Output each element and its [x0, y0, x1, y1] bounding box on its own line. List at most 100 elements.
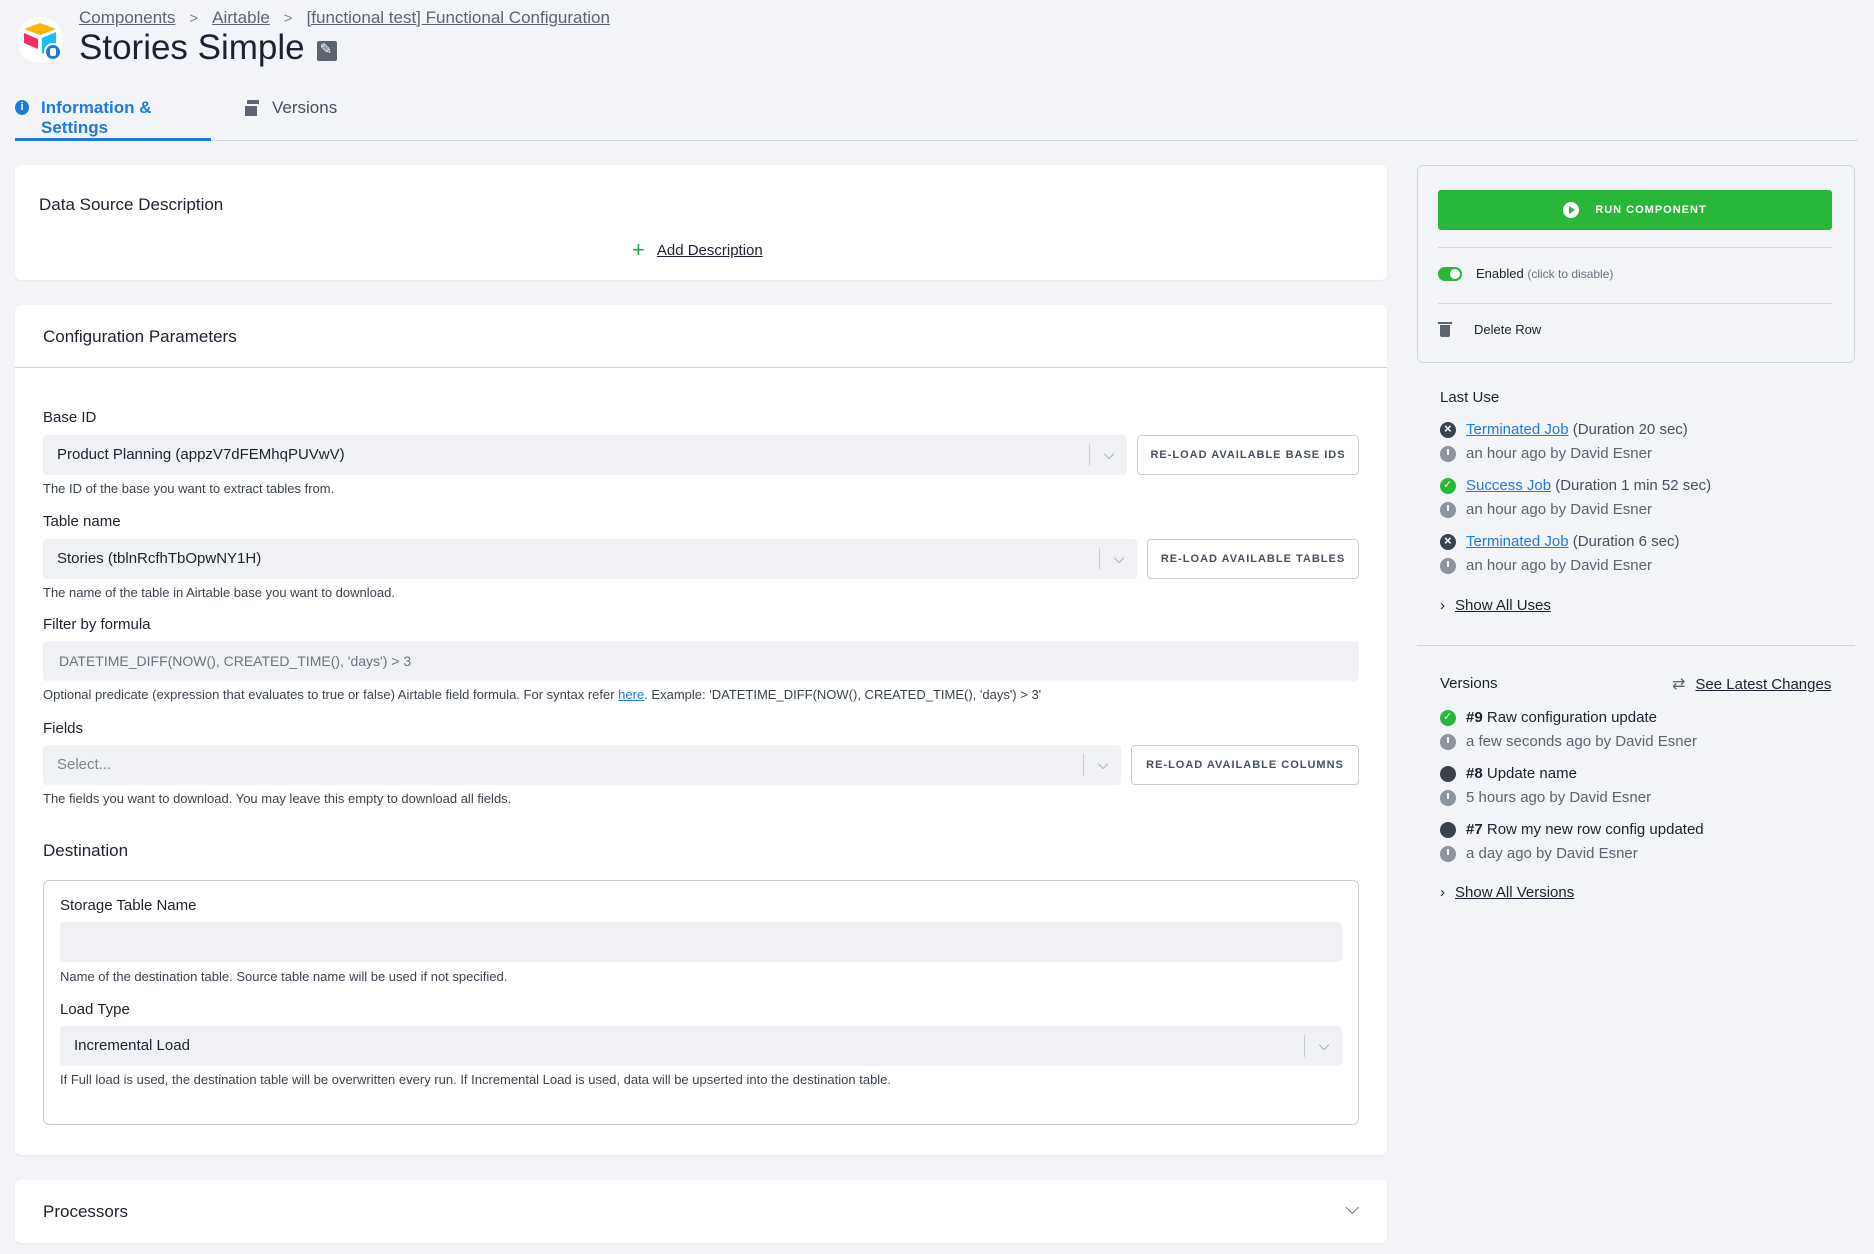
configuration-header: Configuration Parameters	[15, 305, 1387, 368]
version-time: a day ago by David Esner	[1440, 845, 1638, 862]
job-link[interactable]: Success Job	[1466, 477, 1551, 494]
see-latest-changes-link[interactable]: ⇄ See Latest Changes	[1672, 674, 1831, 694]
plus-icon: +	[632, 237, 645, 262]
enabled-label: Enabled	[1476, 266, 1524, 281]
processors-title: Processors	[43, 1202, 129, 1221]
last-use-time: an hour ago by David Esner	[1440, 557, 1652, 574]
reload-base-ids-button[interactable]: RE-LOAD AVAILABLE BASE IDS	[1137, 435, 1359, 475]
clock-icon	[1440, 445, 1456, 462]
airtable-logo-icon	[17, 17, 63, 63]
info-icon: i	[15, 100, 29, 115]
terminated-status-icon	[1440, 533, 1456, 550]
base-id-select[interactable]: Product Planning (appzV7dFEMhqPUVwV) ⌵	[43, 435, 1127, 475]
version-item[interactable]: #9 Raw configuration update	[1440, 709, 1657, 726]
syntax-help-link[interactable]: here	[618, 687, 644, 702]
processors-card[interactable]: Processors ⌵	[15, 1180, 1387, 1243]
clock-icon	[1440, 557, 1456, 574]
version-dot-icon	[1440, 765, 1456, 782]
add-description-label: Add Description	[656, 241, 763, 259]
table-name-value: Stories (tblnRcfhTbOpwNY1H)	[57, 550, 262, 567]
last-use-title: Last Use	[1440, 389, 1500, 406]
filter-label: Filter by formula	[43, 616, 151, 633]
reload-tables-button[interactable]: RE-LOAD AVAILABLE TABLES	[1147, 539, 1359, 579]
chevron-down-icon: ⌵	[1113, 550, 1125, 566]
chevron-right-icon: ›	[1440, 597, 1445, 614]
enabled-hint: (click to disable)	[1527, 267, 1614, 281]
load-type-value: Incremental Load	[74, 1037, 190, 1054]
destination-title: Destination	[43, 841, 129, 860]
chevron-down-icon: ⌵	[1318, 1037, 1330, 1053]
table-name-select[interactable]: Stories (tblnRcfhTbOpwNY1H) ⌵	[43, 539, 1137, 579]
trash-icon	[1438, 321, 1452, 337]
fields-select[interactable]: Select... ⌵	[43, 745, 1121, 785]
reload-columns-button[interactable]: RE-LOAD AVAILABLE COLUMNS	[1131, 745, 1359, 785]
breadcrumb-configuration[interactable]: [functional test] Functional Configurati…	[307, 8, 610, 28]
base-id-value: Product Planning (appzV7dFEMhqPUVwV)	[57, 446, 345, 463]
version-dot-icon	[1440, 821, 1456, 838]
description-title: Data Source Description	[39, 195, 224, 214]
select-divider	[1099, 548, 1100, 570]
chevron-right-icon: ›	[1440, 884, 1445, 901]
version-item[interactable]: #8 Update name	[1440, 765, 1577, 782]
job-link[interactable]: Terminated Job	[1466, 533, 1569, 550]
destination-box: Storage Table Name Name of the destinati…	[43, 880, 1359, 1125]
tab-bar: i Information & Settings Versions	[15, 92, 1858, 141]
clock-icon	[1440, 501, 1456, 518]
tab-information-settings[interactable]: i Information & Settings	[15, 98, 211, 141]
storage-table-label: Storage Table Name	[60, 897, 197, 914]
breadcrumb-components[interactable]: Components	[79, 8, 175, 28]
filter-help: Optional predicate (expression that eval…	[43, 687, 1042, 702]
table-name-help: The name of the table in Airtable base y…	[43, 585, 395, 600]
fields-label: Fields	[43, 720, 84, 737]
job-link[interactable]: Terminated Job	[1466, 421, 1569, 438]
last-use-item: Terminated Job (Duration 20 sec)	[1440, 421, 1688, 438]
storage-table-help: Name of the destination table. Source ta…	[60, 969, 508, 984]
show-all-versions-link[interactable]: › Show All Versions	[1440, 884, 1574, 901]
versions-icon	[243, 100, 260, 118]
add-description-button[interactable]: + Add Description	[632, 237, 763, 263]
load-type-select[interactable]: Incremental Load ⌵	[60, 1026, 1342, 1066]
chevron-right-icon: >	[283, 9, 293, 27]
fields-placeholder: Select...	[57, 756, 112, 773]
version-item[interactable]: #7 Row my new row config updated	[1440, 821, 1704, 838]
chevron-down-icon: ⌵	[1103, 446, 1115, 462]
actions-panel: RUN COMPONENT Enabled (click to disable)…	[1417, 165, 1855, 363]
swap-icon: ⇄	[1672, 676, 1686, 693]
clock-icon	[1440, 733, 1456, 750]
version-time: a few seconds ago by David Esner	[1440, 733, 1697, 750]
delete-row-label: Delete Row	[1474, 321, 1542, 337]
base-id-label: Base ID	[43, 409, 97, 426]
filter-formula-input[interactable]: DATETIME_DIFF(NOW(), CREATED_TIME(), 'da…	[43, 641, 1359, 681]
divider	[1417, 645, 1855, 646]
storage-table-input[interactable]	[60, 922, 1342, 962]
chevron-down-icon[interactable]: ⌵	[1345, 1198, 1359, 1219]
table-name-label: Table name	[43, 513, 121, 530]
last-use-item: Terminated Job (Duration 6 sec)	[1440, 533, 1679, 550]
run-component-label: RUN COMPONENT	[1595, 204, 1707, 216]
enabled-toggle-row[interactable]: Enabled (click to disable)	[1438, 266, 1613, 281]
enabled-toggle[interactable]	[1438, 266, 1462, 281]
breadcrumb: Components > Airtable > [functional test…	[79, 8, 610, 28]
version-time: 5 hours ago by David Esner	[1440, 789, 1651, 806]
chevron-down-icon: ⌵	[1097, 756, 1109, 772]
page-title: Stories Simple	[79, 28, 305, 67]
breadcrumb-airtable[interactable]: Airtable	[212, 8, 270, 28]
load-type-help: If Full load is used, the destination ta…	[60, 1072, 892, 1087]
run-component-button[interactable]: RUN COMPONENT	[1438, 190, 1832, 230]
select-divider	[1083, 754, 1084, 776]
tab-versions[interactable]: Versions	[243, 98, 337, 141]
last-use-time: an hour ago by David Esner	[1440, 445, 1652, 462]
tab-label: Information & Settings	[40, 98, 152, 137]
success-status-icon	[1440, 477, 1456, 494]
delete-row-button[interactable]: Delete Row	[1438, 321, 1541, 337]
select-divider	[1089, 444, 1090, 466]
edit-icon[interactable]	[316, 40, 337, 61]
show-all-uses-link[interactable]: › Show All Uses	[1440, 597, 1551, 614]
base-id-help: The ID of the base you want to extract t…	[43, 481, 335, 496]
last-use-time: an hour ago by David Esner	[1440, 501, 1652, 518]
divider	[1438, 247, 1832, 248]
chevron-right-icon: >	[189, 9, 199, 27]
play-icon	[1563, 202, 1580, 218]
terminated-status-icon	[1440, 421, 1456, 438]
description-card: Data Source Description + Add Descriptio…	[15, 165, 1387, 280]
